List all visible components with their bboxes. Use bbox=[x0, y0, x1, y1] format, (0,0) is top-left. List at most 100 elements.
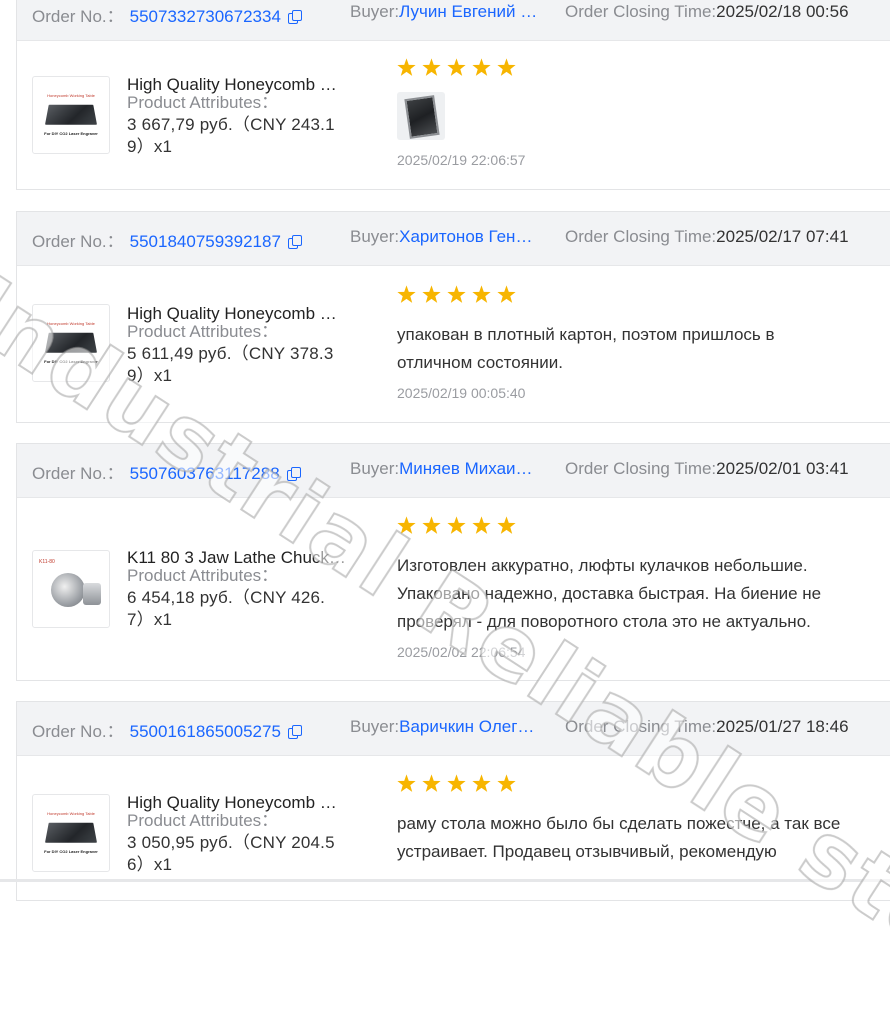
order-card: Order No.： 5507603763117288 Buyer:Миняев … bbox=[16, 443, 890, 681]
chuck-key-image bbox=[83, 583, 101, 605]
order-number: Order No.： 5507332730672334 bbox=[32, 2, 302, 27]
thumb-title: Honeycomb Working Table bbox=[47, 93, 95, 98]
product-thumbnail[interactable]: Honeycomb Working Table For DIY CO2 Lase… bbox=[32, 76, 110, 154]
order-card: Order No.： 5507332730672334 Buyer:Лучин Е… bbox=[16, 0, 890, 190]
buyer-name-link[interactable]: Миняев Михаи… bbox=[399, 459, 532, 479]
star-icon bbox=[497, 516, 516, 534]
star-rating bbox=[397, 285, 877, 305]
review-text: Изготовлен аккуратно, люфты кулачков неб… bbox=[397, 556, 822, 631]
order-no-link[interactable]: 5501840759392187 bbox=[130, 232, 281, 251]
closing-time-value: 2025/02/18 00:56 bbox=[716, 2, 849, 21]
honeycomb-table-image bbox=[44, 104, 98, 125]
buyer-label: Buyer: bbox=[350, 2, 400, 21]
order-number: Order No.： 5500161865005275 bbox=[32, 717, 302, 742]
thumb-subtitle: For DIY CO2 Laser Engraver bbox=[44, 849, 98, 854]
product-info: High Quality Honeycomb … Product Attribu… bbox=[127, 303, 359, 387]
buyer-name-link[interactable]: Харитонов Ген… bbox=[399, 227, 532, 247]
closing-time-label: Order Closing Time: bbox=[565, 459, 717, 478]
star-icon bbox=[472, 516, 491, 534]
closing-time-value: 2025/02/17 07:41 bbox=[716, 227, 849, 246]
review: Изготовлен аккуратно, люфты кулачков неб… bbox=[397, 516, 877, 660]
copy-icon[interactable] bbox=[287, 725, 302, 739]
lathe-chuck-image bbox=[51, 573, 85, 607]
product-info: High Quality Honeycomb … Product Attribu… bbox=[127, 792, 359, 876]
order-no-link[interactable]: 5507332730672334 bbox=[130, 7, 281, 26]
review: упакован в плотный картон, поэтом пришло… bbox=[397, 285, 877, 401]
honeycomb-table-image bbox=[44, 332, 98, 353]
product-thumbnail[interactable]: Honeycomb Working Table For DIY CO2 Lase… bbox=[32, 794, 110, 872]
product-quantity: 7）x1 bbox=[127, 610, 173, 629]
order-card: Order No.： 5500161865005275 Buyer:Варички… bbox=[16, 701, 890, 901]
star-icon bbox=[447, 285, 466, 303]
review-photo[interactable] bbox=[397, 92, 445, 140]
buyer: Buyer:Харитонов Ген… bbox=[350, 227, 532, 247]
review-date: 2025/02/19 22:06:57 bbox=[397, 152, 526, 168]
star-icon bbox=[472, 774, 491, 792]
buyer-label: Buyer: bbox=[350, 459, 400, 478]
review-text: упакован в плотный картон, поэтом пришло… bbox=[397, 325, 775, 372]
copy-icon[interactable] bbox=[287, 235, 302, 249]
star-icon bbox=[497, 58, 516, 76]
buyer: Buyer:Миняев Михаи… bbox=[350, 459, 533, 479]
star-icon bbox=[422, 516, 441, 534]
review-date: 2025/02/19 00:05:40 bbox=[397, 385, 526, 401]
review: раму стола можно было бы сделать пожестч… bbox=[397, 774, 877, 866]
closing-time-value: 2025/01/27 18:46 bbox=[716, 717, 849, 736]
star-rating bbox=[397, 516, 877, 536]
closing-time-label: Order Closing Time: bbox=[565, 227, 717, 246]
thumb-subtitle: For DIY CO2 Laser Engraver bbox=[44, 131, 98, 136]
order-no-link[interactable]: 5507603763117288 bbox=[130, 464, 280, 483]
star-icon bbox=[397, 516, 416, 534]
product-thumbnail[interactable]: Honeycomb Working Table For DIY CO2 Lase… bbox=[32, 304, 110, 382]
order-card: Order No.： 5501840759392187 Buyer:Харитон… bbox=[16, 211, 890, 423]
buyer-name-link[interactable]: Лучин Евгений … bbox=[399, 2, 537, 22]
order-no-label: Order No.： bbox=[32, 7, 124, 26]
star-icon bbox=[422, 58, 441, 76]
order-no-label: Order No.： bbox=[32, 464, 124, 483]
star-icon bbox=[397, 58, 416, 76]
closing-time: Order Closing Time:2025/02/17 07:41 bbox=[565, 227, 849, 247]
buyer: Buyer:Лучин Евгений … bbox=[350, 2, 537, 22]
buyer-name-link[interactable]: Варичкин Олег… bbox=[399, 717, 534, 737]
thumb-title: Honeycomb Working Table bbox=[47, 321, 95, 326]
closing-time-value: 2025/02/01 03:41 bbox=[716, 459, 849, 478]
product-price: 5 611,49 руб.（CNY 378.3 bbox=[127, 344, 334, 363]
order-no-link[interactable]: 5500161865005275 bbox=[130, 722, 281, 741]
product-price: 3 667,79 руб.（CNY 243.1 bbox=[127, 115, 335, 134]
closing-time-label: Order Closing Time: bbox=[565, 717, 717, 736]
thumb-subtitle: For DIY CO2 Laser Engraver bbox=[44, 359, 98, 364]
star-icon bbox=[447, 516, 466, 534]
star-icon bbox=[472, 285, 491, 303]
product-quantity: 9）x1 bbox=[127, 366, 173, 385]
order-header: Order No.： 5500161865005275 Buyer:Варички… bbox=[17, 702, 890, 756]
closing-time: Order Closing Time:2025/02/18 00:56 bbox=[565, 2, 849, 22]
thumb-title: K11-80 bbox=[39, 559, 55, 565]
copy-icon[interactable] bbox=[286, 467, 301, 481]
order-no-label: Order No.： bbox=[32, 232, 124, 251]
star-icon bbox=[397, 774, 416, 792]
product-thumbnail[interactable]: K11-80 bbox=[32, 550, 110, 628]
product-price: 6 454,18 руб.（CNY 426. bbox=[127, 588, 326, 607]
star-icon bbox=[422, 774, 441, 792]
review-text: раму стола можно было бы сделать пожестч… bbox=[397, 814, 841, 861]
order-no-label: Order No.： bbox=[32, 722, 124, 741]
buyer-label: Buyer: bbox=[350, 717, 400, 736]
star-icon bbox=[397, 285, 416, 303]
thumb-title: Honeycomb Working Table bbox=[47, 811, 95, 816]
product-price: 3 050,95 руб.（CNY 204.5 bbox=[127, 833, 335, 852]
honeycomb-table-image bbox=[44, 822, 98, 843]
product-quantity: 9）x1 bbox=[127, 137, 173, 156]
order-header: Order No.： 5507603763117288 Buyer:Миняев … bbox=[17, 444, 890, 498]
star-icon bbox=[497, 774, 516, 792]
order-header: Order No.： 5507332730672334 Buyer:Лучин Е… bbox=[17, 0, 890, 41]
star-icon bbox=[472, 58, 491, 76]
copy-icon[interactable] bbox=[287, 10, 302, 24]
star-icon bbox=[422, 285, 441, 303]
product-info: K11 80 3 Jaw Lathe Chuck… Product Attrib… bbox=[127, 547, 359, 631]
star-icon bbox=[447, 774, 466, 792]
buyer: Buyer:Варичкин Олег… bbox=[350, 717, 534, 737]
star-icon bbox=[497, 285, 516, 303]
star-rating bbox=[397, 58, 877, 78]
buyer-label: Buyer: bbox=[350, 227, 400, 246]
product-quantity: 6）x1 bbox=[127, 855, 173, 874]
